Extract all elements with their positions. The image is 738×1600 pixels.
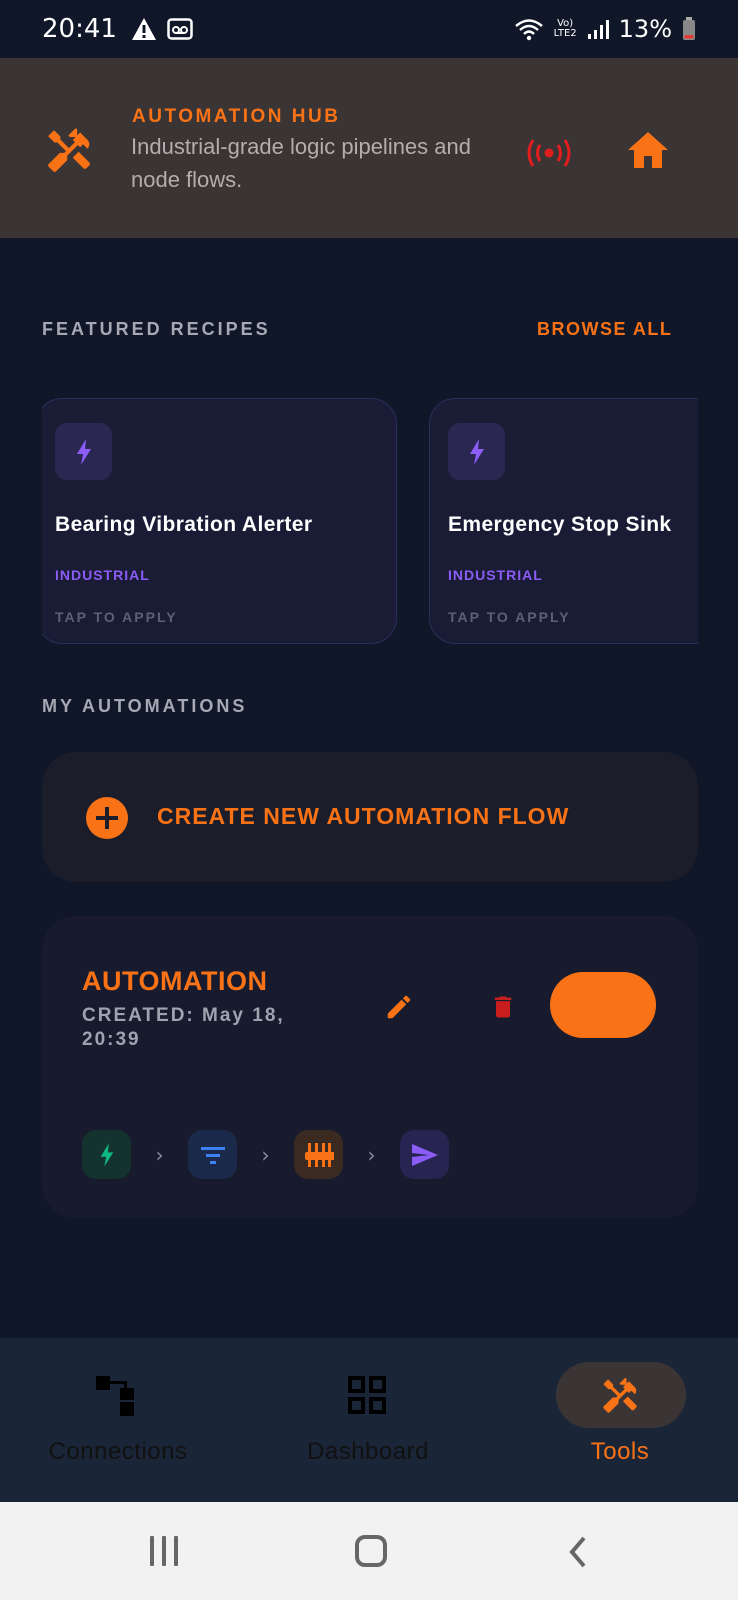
header-title: AUTOMATION HUB: [132, 106, 341, 127]
dashboard-icon: [348, 1376, 386, 1414]
nav-label-dashboard: Dashboard: [307, 1438, 429, 1465]
filter-icon: [200, 1146, 225, 1164]
bolt-icon: [100, 1142, 113, 1167]
recipe-title: Bearing Vibration Alerter: [55, 513, 313, 536]
voicemail-icon: [167, 18, 193, 40]
tools-icon: [603, 1377, 637, 1413]
recipe-card[interactable]: Emergency Stop Sink INDUSTRIAL TAP TO AP…: [429, 398, 698, 644]
nav-item-dashboard[interactable]: Dashboard: [280, 1338, 456, 1502]
recipe-cta: TAP TO APPLY: [55, 609, 178, 625]
bolt-icon: [76, 438, 91, 465]
nav-label-connections: Connections: [48, 1438, 188, 1465]
recipe-title: Emergency Stop Sink: [448, 513, 672, 536]
featured-section-label: FEATURED RECIPES: [42, 319, 271, 339]
app-header: AUTOMATION HUB Industrial-grade logic pi…: [0, 58, 738, 238]
recipe-icon-box: [448, 423, 505, 480]
pipeline-node-trigger: [82, 1130, 131, 1179]
browse-all-button[interactable]: BROWSE ALL: [537, 319, 672, 340]
status-time: 20:41: [42, 14, 117, 44]
pipeline-node-send: [400, 1130, 449, 1179]
create-automation-label: CREATE NEW AUTOMATION FLOW: [157, 803, 570, 829]
header-subtitle: Industrial-grade logic pipelines and nod…: [131, 134, 471, 192]
create-automation-button[interactable]: CREATE NEW AUTOMATION FLOW: [42, 752, 698, 882]
nav-label-tools: Tools: [590, 1438, 650, 1465]
add-circle-icon: [86, 797, 128, 839]
tools-icon: [48, 128, 90, 172]
nav-item-connections[interactable]: Connections: [30, 1338, 206, 1502]
pipeline-node-filter: [188, 1130, 237, 1179]
recipe-icon-box: [55, 423, 112, 480]
system-home-button[interactable]: [355, 1535, 387, 1567]
battery-icon: [683, 17, 695, 40]
recipe-cta: TAP TO APPLY: [448, 609, 571, 625]
automation-created: CREATED: May 18, 20:39: [82, 1005, 285, 1050]
recipe-tag: INDUSTRIAL: [448, 567, 543, 583]
tune-icon: [304, 1142, 334, 1167]
edit-icon[interactable]: [384, 992, 414, 1022]
my-automations-label: MY AUTOMATIONS: [42, 696, 248, 716]
automation-toggle[interactable]: [550, 972, 656, 1038]
pipeline-node-tune: [294, 1130, 343, 1179]
system-navigation-bar: [0, 1502, 738, 1600]
nav-item-tools[interactable]: Tools: [532, 1338, 708, 1502]
signal-icon: [587, 20, 609, 39]
connections-icon: [96, 1376, 134, 1416]
bolt-icon: [469, 438, 484, 465]
bottom-navigation: Connections Dashboard Tools: [0, 1338, 738, 1502]
chevron-right-icon: ›: [155, 1142, 164, 1167]
recipe-card[interactable]: Bearing Vibration Alerter INDUSTRIAL TAP…: [42, 398, 397, 644]
broadcast-icon[interactable]: [526, 138, 572, 168]
delete-icon[interactable]: [489, 992, 517, 1022]
chevron-right-icon: ›: [367, 1142, 376, 1167]
network-bottom-label: LTE2: [553, 28, 577, 39]
recipe-tag: INDUSTRIAL: [55, 567, 150, 583]
recipes-carousel[interactable]: Bearing Vibration Alerter INDUSTRIAL TAP…: [42, 398, 698, 646]
automation-name: AUTOMATION: [82, 966, 268, 996]
recent-apps-button[interactable]: [150, 1536, 178, 1566]
status-bar: 20:41 Vo) LTE2 13%: [0, 0, 738, 58]
automation-pipeline: › › ›: [82, 1130, 449, 1179]
send-icon: [411, 1143, 438, 1166]
network-type: Vo) LTE2: [554, 19, 577, 39]
back-icon[interactable]: [568, 1536, 588, 1568]
chevron-right-icon: ›: [261, 1142, 270, 1167]
automation-card[interactable]: AUTOMATION CREATED: May 18, 20:39 › › ›: [42, 916, 698, 1218]
home-icon[interactable]: [626, 130, 670, 170]
battery-percent: 13%: [618, 15, 672, 43]
wifi-icon: [514, 19, 543, 41]
warning-icon: [131, 18, 156, 40]
